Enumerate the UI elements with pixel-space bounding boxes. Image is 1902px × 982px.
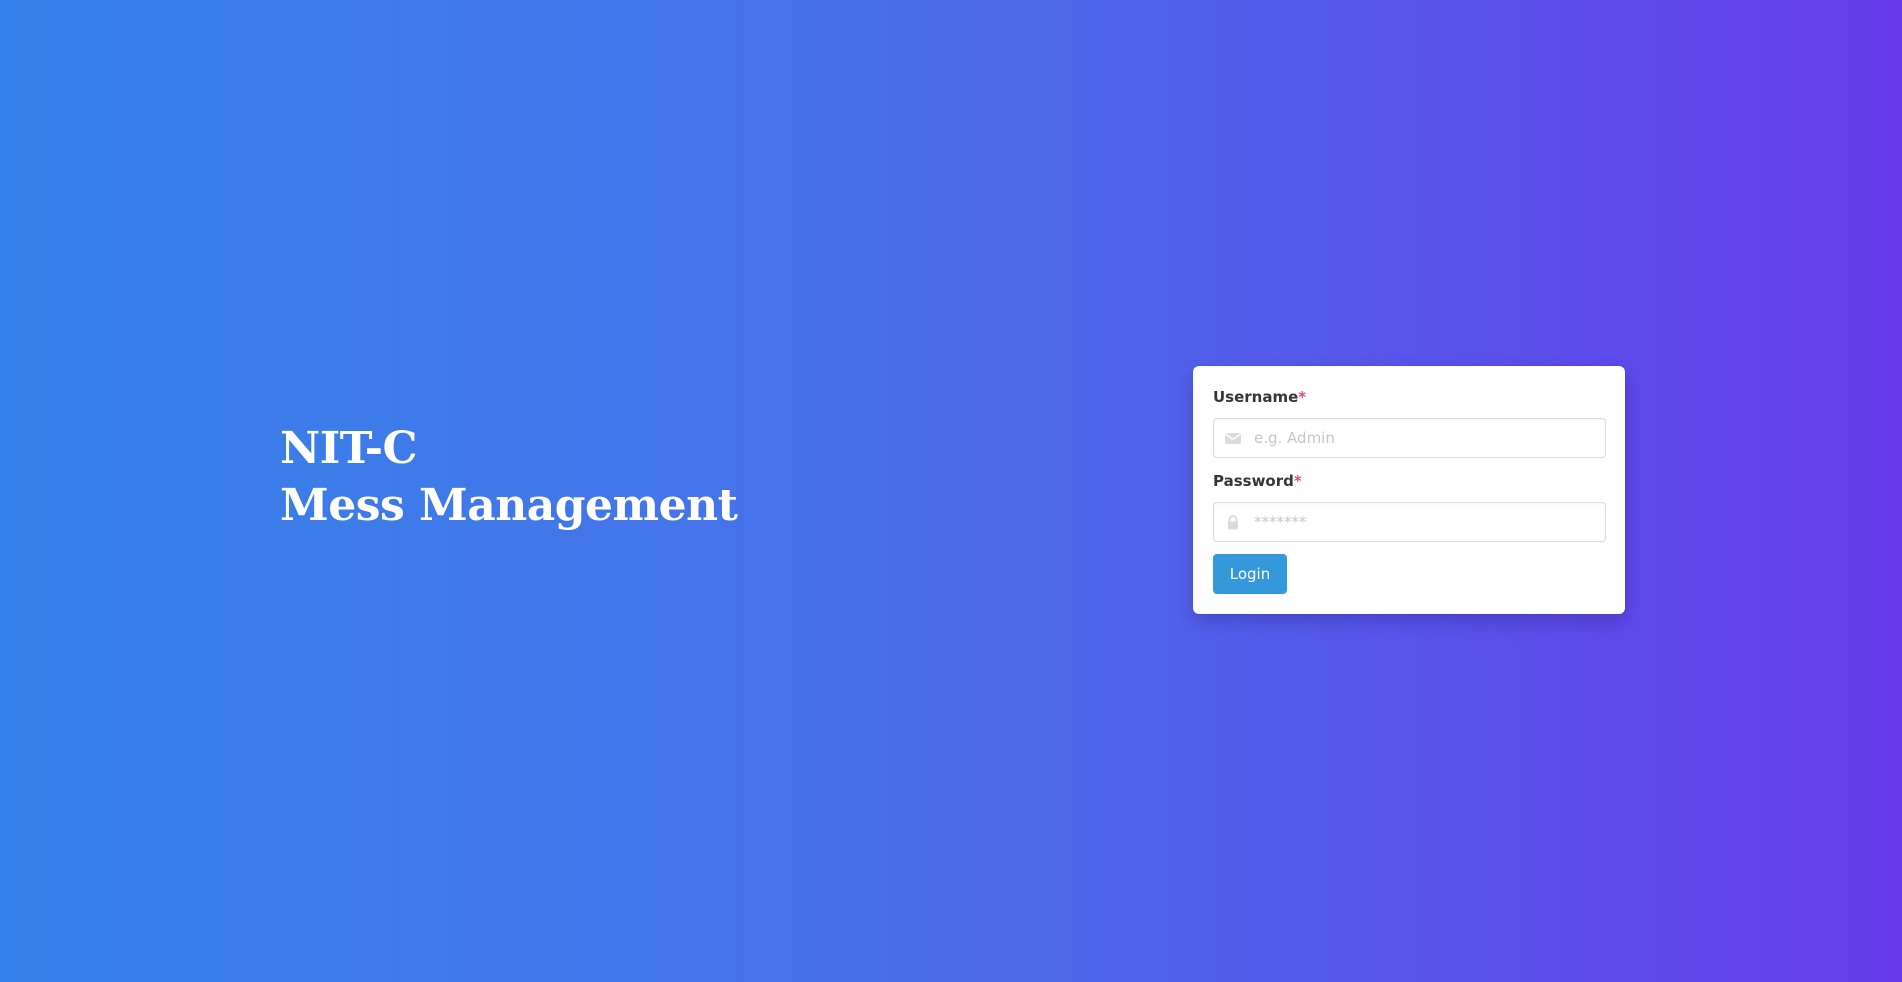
app-title-line-institute: NIT-C: [280, 423, 418, 474]
password-label: Password*: [1213, 472, 1302, 490]
required-marker: *: [1298, 388, 1307, 406]
password-input[interactable]: [1254, 503, 1599, 541]
username-input[interactable]: [1254, 419, 1599, 457]
lock-icon: [1224, 514, 1242, 530]
username-label-text: Username: [1213, 388, 1299, 406]
username-label: Username*: [1213, 388, 1306, 406]
envelope-icon: [1224, 430, 1242, 446]
app-title: NIT-C Mess Management: [280, 420, 738, 534]
required-marker: *: [1293, 472, 1302, 490]
login-card: Username* Password* Login: [1193, 366, 1625, 614]
password-label-text: Password: [1213, 472, 1294, 490]
app-title-line-system: Mess Management: [280, 480, 738, 531]
password-control: [1213, 502, 1606, 542]
login-button[interactable]: Login: [1213, 554, 1287, 594]
username-control: [1213, 418, 1606, 458]
